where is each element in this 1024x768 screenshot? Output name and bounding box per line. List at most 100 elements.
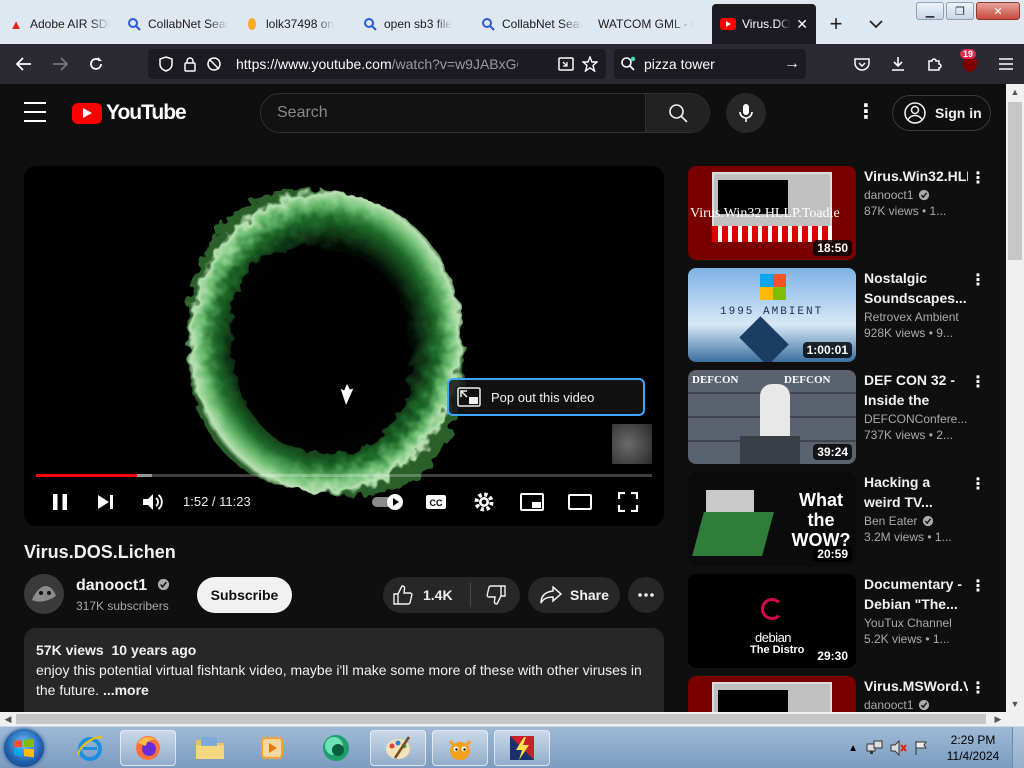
recommendation-channel[interactable]: DEFCONConfere... [864, 412, 968, 426]
tab-watcom[interactable]: WATCOM GML - f [590, 4, 708, 44]
recommendation-card[interactable]: Virus.Win32.HLLP.Toadie 18:50 Virus.Win32.… [688, 166, 988, 268]
vertical-scrollbar[interactable]: ▲ ▼ [1006, 84, 1024, 712]
tab-lolk[interactable]: lolk37498 on [236, 4, 354, 44]
taskbar-internet-explorer[interactable] [62, 730, 118, 766]
tab-collabnet-1[interactable]: CollabNet Search [118, 4, 236, 44]
taskbar-lightning-app[interactable] [494, 730, 550, 766]
recommendation-thumbnail[interactable]: Virus.MSWord.Veneno [688, 676, 856, 712]
youtube-logo[interactable]: YouTube [72, 101, 187, 125]
recommendation-card[interactable]: Virus.MSWord.Veneno Virus.MSWord.V danooct… [688, 676, 988, 712]
lock-icon[interactable] [178, 52, 202, 76]
search-engine-icon[interactable] [620, 56, 636, 72]
recommendation-title[interactable]: Nostalgic Soundscapes... [864, 268, 968, 308]
scroll-left-arrow[interactable]: ◀ [0, 712, 16, 726]
taskbar-scratch[interactable] [432, 730, 488, 766]
more-options-icon[interactable]: ⋮ [970, 168, 986, 188]
shield-icon[interactable] [154, 52, 178, 76]
video-player[interactable]: Pop out this video 1:52 / 11:23 CC [24, 166, 664, 526]
recommendation-title[interactable]: Virus.MSWord.V [864, 676, 968, 696]
extensions-puzzle-icon[interactable] [916, 46, 952, 82]
recommendation-title[interactable]: Documentary - Debian "The... [864, 574, 968, 614]
close-window-button[interactable]: ✕ [976, 2, 1020, 20]
recommendation-card[interactable]: What the WOW? 20:59 Hacking a weird TV... B… [688, 472, 988, 574]
recommendation-channel[interactable]: YouTux Channel [864, 616, 968, 630]
taskbar-paint[interactable] [370, 730, 426, 766]
action-center-flag-icon[interactable] [914, 740, 930, 756]
recommendation-info[interactable]: Documentary - Debian "The... YouTux Chann… [864, 574, 968, 646]
pocket-icon[interactable] [844, 46, 880, 82]
taskbar-media-player[interactable] [244, 730, 300, 766]
recommendation-title[interactable]: Virus.Win32.HLLP [864, 166, 968, 186]
autoplay-blocked-icon[interactable] [202, 52, 226, 76]
tab-youtube-active[interactable]: Virus.DOS.Lichen ✕ [712, 4, 816, 44]
sign-in-button[interactable]: Sign in [892, 95, 991, 131]
forward-button[interactable] [42, 46, 78, 82]
recommendation-title[interactable]: Hacking a weird TV... [864, 472, 968, 512]
new-tab-button[interactable]: + [816, 4, 856, 44]
url-bar[interactable]: https://www.youtube.com/watch?v=w9JABxGG [148, 49, 606, 79]
subtitles-button[interactable]: CC [418, 484, 454, 520]
show-desktop-button[interactable] [1012, 727, 1024, 768]
close-tab-icon[interactable]: ✕ [796, 16, 808, 33]
share-button[interactable]: Share [528, 577, 620, 613]
recommendation-info[interactable]: Virus.MSWord.V danooct1 [864, 676, 968, 712]
recommendation-thumbnail[interactable]: DEFCON DEFCON 39:24 [688, 370, 856, 464]
horizontal-scroll-thumb[interactable] [16, 714, 986, 724]
reload-button[interactable] [78, 46, 114, 82]
scroll-down-arrow[interactable]: ▼ [1006, 696, 1024, 712]
voice-search-button[interactable] [726, 93, 766, 133]
channel-name[interactable]: danooct1 [76, 577, 170, 595]
volume-muted-icon[interactable] [890, 740, 908, 756]
pause-button[interactable] [42, 484, 78, 520]
taskbar-clock[interactable]: 2:29 PM 11/4/2024 [934, 732, 1012, 764]
menu-hamburger-icon[interactable] [988, 46, 1024, 82]
recommendation-thumbnail[interactable]: debian The Distro 29:30 [688, 574, 856, 668]
subscribe-button[interactable]: Subscribe [197, 577, 292, 613]
dislike-button[interactable] [471, 585, 520, 605]
taskbar-green-app[interactable] [308, 730, 364, 766]
recommendation-info[interactable]: DEF CON 32 - Inside the FBI'... DEFCONCon… [864, 370, 968, 442]
recommendation-channel[interactable]: danooct1 [864, 188, 968, 202]
more-options-icon[interactable]: ⋮ [970, 474, 986, 494]
recommendation-card[interactable]: 1995 AMBIENT 1:00:01 Nostalgic Soundscapes… [688, 268, 988, 370]
tab-adobe-air[interactable]: ▲ Adobe AIR SDK [0, 4, 118, 44]
recommendation-info[interactable]: Nostalgic Soundscapes... Retrovex Ambient… [864, 268, 968, 340]
url-text[interactable]: https://www.youtube.com/watch?v=w9JABxGG [236, 56, 518, 72]
vertical-scroll-thumb[interactable] [1008, 102, 1022, 260]
download-icon[interactable] [880, 46, 916, 82]
volume-button[interactable] [135, 484, 171, 520]
recommendation-title[interactable]: DEF CON 32 - Inside the FBI'... [864, 370, 968, 410]
arrow-right-icon[interactable]: → [784, 55, 800, 73]
taskbar-file-explorer[interactable] [182, 730, 238, 766]
tab-collabnet-2[interactable]: CollabNet Search [472, 4, 590, 44]
tab-open-sb3[interactable]: open sb3 file [354, 4, 472, 44]
settings-menu-icon[interactable]: ⋮ [856, 102, 876, 122]
next-button[interactable] [88, 484, 124, 520]
settings-button[interactable] [466, 484, 502, 520]
recommendation-card[interactable]: DEFCON DEFCON 39:24 DEF CON 32 - Inside the… [688, 370, 988, 472]
recommendation-info[interactable]: Hacking a weird TV... Ben Eater 3.2M views… [864, 472, 968, 544]
more-options-icon[interactable]: ⋮ [970, 576, 986, 596]
pop-out-video-tooltip[interactable]: Pop out this video [447, 378, 645, 416]
recommendation-info[interactable]: Virus.Win32.HLLP danooct1 87K views • 1... [864, 166, 968, 218]
recommendation-thumbnail[interactable]: What the WOW? 20:59 [688, 472, 856, 566]
more-options-icon[interactable]: ⋮ [970, 372, 986, 392]
description-more-link[interactable]: ...more [103, 682, 149, 698]
reader-view-icon[interactable] [554, 52, 578, 76]
search-button[interactable] [645, 94, 709, 132]
miniplayer-button[interactable] [514, 484, 550, 520]
progress-bar[interactable] [36, 474, 652, 477]
start-button[interactable] [4, 729, 44, 767]
more-actions-button[interactable] [628, 577, 664, 613]
horizontal-scrollbar[interactable]: ◀ ▶ [0, 712, 1006, 726]
search-input[interactable]: Search [261, 104, 645, 122]
list-all-tabs-button[interactable] [856, 4, 896, 44]
scroll-right-arrow[interactable]: ▶ [990, 712, 1006, 726]
minimize-button[interactable]: ▁ [916, 2, 944, 20]
more-options-icon[interactable]: ⋮ [970, 678, 986, 698]
recommendation-card[interactable]: debian The Distro 29:30 Documentary - Debia… [688, 574, 988, 676]
guide-menu-icon[interactable] [24, 102, 46, 122]
show-hidden-icons-icon[interactable]: ▲ [848, 743, 858, 754]
more-options-icon[interactable]: ⋮ [970, 270, 986, 290]
description-box[interactable]: 57K views 10 years ago enjoy this potent… [24, 628, 664, 712]
